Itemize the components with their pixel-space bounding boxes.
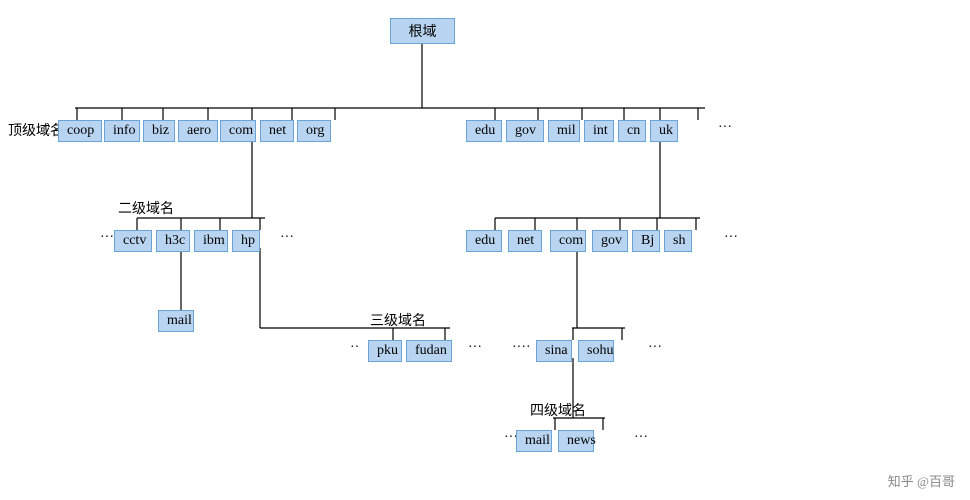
tld-net: net [260, 120, 294, 142]
dots-third-right: ··· [648, 340, 662, 356]
sld-ibm: ibm [194, 230, 228, 252]
fourth-mail: mail [516, 430, 552, 452]
fourth-news: news [558, 430, 594, 452]
sld-net: net [508, 230, 542, 252]
sld-com: com [550, 230, 586, 252]
sld-cctv: cctv [114, 230, 152, 252]
tld-coop: coop [58, 120, 102, 142]
sld-bj: Bj [632, 230, 660, 252]
root-node: 根域 [390, 18, 455, 44]
dots-third-left: ·· [350, 340, 359, 356]
sld-sh: sh [664, 230, 692, 252]
tld-mil: mil [548, 120, 580, 142]
label-level4: 四级域名 [530, 400, 586, 420]
dots-third-mid: ··· [468, 340, 482, 356]
dots-tld-left: ·· [42, 120, 51, 136]
label-level1: 顶级域名 [8, 120, 64, 140]
sld-h3c: h3c [156, 230, 190, 252]
tld-gov: gov [506, 120, 544, 142]
third-sina: sina [536, 340, 572, 362]
sld-gov: gov [592, 230, 628, 252]
watermark: 知乎 @百哥 [888, 471, 955, 490]
tld-org: org [297, 120, 331, 142]
tld-int: int [584, 120, 614, 142]
third-sohu: sohu [578, 340, 614, 362]
dns-diagram: 根域 顶级域名 ·· ··· coop info biz aero com ne… [0, 0, 970, 500]
dots-sld-right-right: ··· [724, 230, 738, 246]
tld-edu: edu [466, 120, 502, 142]
tld-aero: aero [178, 120, 218, 142]
dots-fourth-right: ··· [634, 430, 648, 446]
dots-third-sina-left: ···· [512, 340, 531, 356]
sld-edu: edu [466, 230, 502, 252]
label-level2: 二级域名 [118, 198, 174, 218]
label-level3: 三级域名 [370, 310, 426, 330]
tld-uk: uk [650, 120, 678, 142]
tld-com: com [220, 120, 256, 142]
tld-cn: cn [618, 120, 646, 142]
dots-sld-left: ··· [100, 230, 114, 246]
dots-tld-right: ··· [718, 120, 732, 136]
tld-info: info [104, 120, 140, 142]
third-fudan: fudan [406, 340, 452, 362]
tld-biz: biz [143, 120, 175, 142]
dots-sld-left-right: ··· [280, 230, 294, 246]
third-pku: pku [368, 340, 402, 362]
third-mail-left: mail [158, 310, 194, 332]
sld-hp: hp [232, 230, 260, 252]
